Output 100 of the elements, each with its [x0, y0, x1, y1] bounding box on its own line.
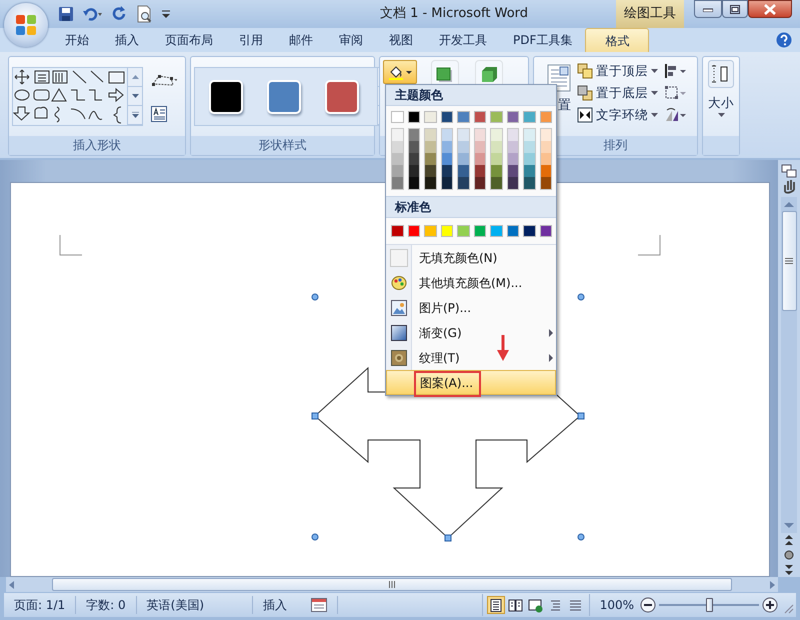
ribbon-tab[interactable]: PDF工具集	[500, 28, 586, 52]
zoom-level[interactable]: 100%	[590, 596, 640, 614]
color-swatch[interactable]	[458, 177, 468, 189]
color-swatch[interactable]	[425, 153, 436, 165]
ribbon-tab[interactable]: 开发工具	[426, 28, 500, 52]
position-button[interactable]: 置	[558, 96, 571, 116]
ribbon-tab[interactable]: 邮件	[276, 28, 326, 52]
color-swatch[interactable]	[523, 225, 536, 237]
shape-style-swatch[interactable]	[325, 80, 359, 114]
menu-item[interactable]: 其他填充颜色(M)...	[386, 270, 556, 295]
color-swatch[interactable]	[491, 141, 502, 153]
color-swatch[interactable]	[392, 165, 402, 177]
page-count[interactable]: 页面: 1/1	[4, 596, 76, 614]
color-swatch[interactable]	[408, 111, 420, 123]
align-icon[interactable]	[664, 63, 686, 79]
color-swatch[interactable]	[391, 225, 404, 237]
arrange-command[interactable]: 文字环绕	[575, 104, 660, 126]
color-swatch[interactable]	[425, 165, 436, 177]
menu-item[interactable]: 图片(P)...	[386, 295, 556, 320]
color-swatch[interactable]	[425, 141, 436, 153]
color-swatch[interactable]	[440, 225, 453, 237]
ribbon-tab[interactable]: 插入	[102, 28, 152, 52]
color-swatch[interactable]	[424, 225, 436, 237]
color-swatch[interactable]	[442, 165, 452, 177]
color-swatch[interactable]	[457, 111, 470, 123]
selection-handle[interactable]	[578, 412, 584, 420]
color-swatch[interactable]	[490, 225, 502, 237]
color-swatch[interactable]	[408, 177, 419, 189]
color-swatch[interactable]	[508, 165, 518, 177]
selection-handle[interactable]	[312, 412, 318, 420]
text-box-icon[interactable]	[151, 106, 167, 122]
color-swatch[interactable]	[506, 225, 519, 237]
next-page-icon[interactable]	[783, 563, 795, 577]
color-swatch[interactable]	[540, 129, 551, 141]
close-button[interactable]	[748, 0, 792, 18]
color-swatch[interactable]	[540, 141, 551, 153]
color-swatch[interactable]	[442, 177, 452, 189]
minimize-button[interactable]	[694, 0, 722, 18]
color-swatch[interactable]	[540, 153, 551, 165]
customize-toolbar-icon[interactable]	[160, 9, 172, 19]
color-swatch[interactable]	[442, 153, 452, 165]
color-swatch[interactable]	[392, 141, 402, 153]
color-swatch[interactable]	[392, 153, 402, 165]
selection-handle[interactable]	[578, 294, 584, 300]
shape-fill-button[interactable]	[383, 60, 417, 84]
zoom-slider[interactable]	[659, 597, 759, 613]
color-swatch[interactable]	[442, 129, 452, 141]
color-swatch[interactable]	[524, 129, 534, 141]
color-swatch[interactable]	[474, 177, 485, 189]
color-swatch[interactable]	[524, 153, 534, 165]
selection-handle[interactable]	[578, 534, 584, 540]
selection-handle[interactable]	[312, 534, 318, 540]
color-swatch[interactable]	[491, 165, 502, 177]
color-swatch[interactable]	[442, 141, 452, 153]
color-swatch[interactable]	[508, 153, 518, 165]
color-swatch[interactable]	[524, 177, 534, 189]
color-swatch[interactable]	[490, 111, 502, 123]
color-swatch[interactable]	[524, 165, 534, 177]
position-icon[interactable]	[547, 64, 571, 92]
menu-item[interactable]: 图案(A)...	[386, 370, 556, 395]
color-swatch[interactable]	[491, 129, 502, 141]
previous-page-icon[interactable]	[783, 533, 795, 547]
selection-handle[interactable]	[312, 294, 318, 300]
color-swatch[interactable]	[540, 111, 552, 123]
rotate-icon[interactable]	[664, 107, 686, 123]
macro-record-icon[interactable]	[311, 598, 328, 612]
color-swatch[interactable]	[491, 177, 502, 189]
ribbon-tab[interactable]: 审阅	[326, 28, 376, 52]
color-swatch[interactable]	[458, 165, 468, 177]
color-swatch[interactable]	[540, 177, 551, 189]
color-swatch[interactable]	[540, 165, 551, 177]
selection-handle[interactable]	[444, 534, 452, 542]
color-swatch[interactable]	[540, 225, 552, 237]
shape-style-swatch[interactable]	[267, 80, 301, 114]
color-swatch[interactable]	[506, 111, 519, 123]
menu-item[interactable]: 无填充颜色(N)	[386, 245, 556, 270]
color-swatch[interactable]	[408, 141, 419, 153]
color-swatch[interactable]	[458, 153, 468, 165]
color-swatch[interactable]	[392, 177, 402, 189]
scroll-thumb[interactable]	[782, 211, 796, 311]
color-swatch[interactable]	[474, 165, 485, 177]
color-swatch[interactable]	[458, 141, 468, 153]
group-icon[interactable]	[664, 85, 686, 101]
view-button[interactable]	[486, 596, 505, 614]
color-swatch[interactable]	[424, 111, 436, 123]
ribbon-tab[interactable]: 页面布局	[152, 28, 226, 52]
color-swatch[interactable]	[474, 129, 485, 141]
color-swatch[interactable]	[508, 129, 518, 141]
color-swatch[interactable]	[408, 129, 419, 141]
save-icon[interactable]	[58, 6, 74, 22]
color-swatch[interactable]	[425, 129, 436, 141]
color-swatch[interactable]	[457, 225, 470, 237]
color-swatch[interactable]	[523, 111, 536, 123]
more-icon[interactable]	[132, 112, 138, 118]
color-swatch[interactable]	[474, 225, 486, 237]
color-swatch[interactable]	[392, 129, 402, 141]
color-swatch[interactable]	[524, 141, 534, 153]
maximize-button[interactable]	[722, 0, 748, 18]
help-icon[interactable]	[776, 32, 792, 48]
view-ruler-icon[interactable]	[781, 164, 797, 178]
